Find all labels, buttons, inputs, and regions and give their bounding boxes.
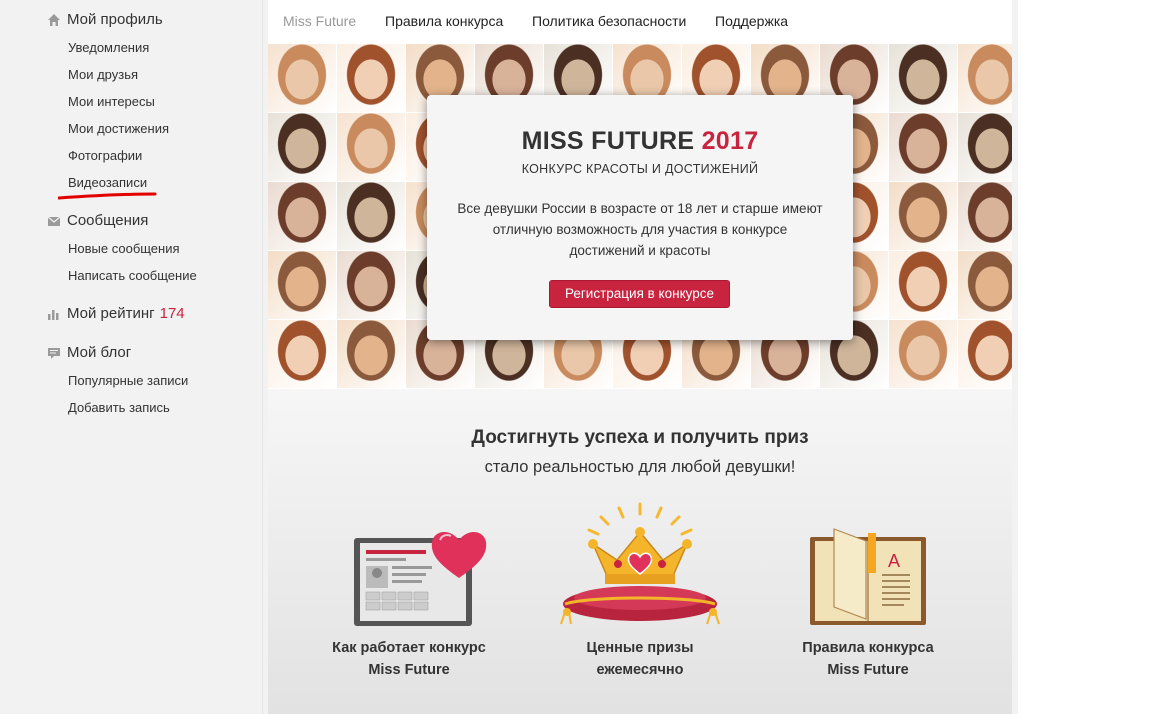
svg-text:A: A [888,551,900,571]
nav-link-support[interactable]: Поддержка [715,13,788,29]
photo-tile [958,251,1012,319]
nav-brand[interactable]: Miss Future [283,13,356,29]
photo-tile [889,113,957,181]
sidebar-item-notifications[interactable]: Уведомления [68,40,149,55]
sidebar-item-friends[interactable]: Мои друзья [68,67,138,82]
main-content: Miss Future Правила конкурса Политика бе… [268,0,1012,714]
rating-value: 174 [159,305,185,322]
hero-card: MISS FUTURE 2017 КОНКУРС КРАСОТЫ И ДОСТИ… [427,95,853,340]
feature-rules-line1: Правила конкурса [802,640,934,656]
bar-chart-icon [48,309,59,320]
hero-title: MISS FUTURE 2017 [427,127,853,156]
envelope-icon [47,216,61,226]
photo-tile [337,251,405,319]
sidebar-section-profile[interactable]: Мой профиль [47,11,163,28]
feature-rules[interactable]: Правила конкурса Miss Future [758,637,978,681]
sidebar-item-photos[interactable]: Фотографии [68,148,142,163]
sidebar: Мой профиль Уведомления Мои друзья Мои и… [0,0,263,714]
messages-title: Сообщения [67,212,149,229]
sidebar-item-add-post[interactable]: Добавить запись [68,400,170,415]
photo-tile [889,251,957,319]
photo-tile [958,44,1012,112]
right-gutter [1018,0,1157,714]
photo-tile [268,113,336,181]
hero-year: 2017 [701,127,759,155]
photo-tile [889,182,957,250]
comment-icon [48,347,60,359]
feature-how-line1: Как работает конкурс [332,640,486,656]
crown-prize-icon[interactable] [559,500,721,628]
photo-tile [337,44,405,112]
blog-title: Мой блог [67,344,132,361]
hero-title-text: MISS FUTURE [521,127,695,155]
hero-description: Все девушки России в возрасте от 18 лет … [457,201,823,258]
sidebar-item-new-messages[interactable]: Новые сообщения [68,241,180,256]
photo-tile [958,182,1012,250]
register-button[interactable]: Регистрация в конкурсе [549,280,730,308]
promo-heading: Достигнуть успеха и получить приз [471,427,809,448]
sidebar-item-videos[interactable]: Видеозаписи [68,175,147,190]
photo-tile [958,113,1012,181]
top-nav: Miss Future Правила конкурса Политика бе… [268,0,1012,44]
sidebar-section-blog[interactable]: Мой блог [47,344,131,361]
photo-tile [268,320,336,388]
feature-rules-line2: Miss Future [827,662,909,678]
feature-how-it-works[interactable]: Как работает конкурс Miss Future [299,637,519,681]
sidebar-item-achievements[interactable]: Мои достижения [68,121,169,136]
photo-tile [889,44,957,112]
photo-tile [268,44,336,112]
sidebar-item-interests[interactable]: Мои интересы [68,94,155,109]
red-underline-annotation [58,192,157,200]
feature-prizes-line2: ежемесячно [596,662,684,678]
feature-prizes[interactable]: Ценные призы ежемесячно [530,637,750,681]
photo-tile [337,113,405,181]
tablet-heart-icon[interactable] [352,526,492,631]
hero-banner: MISS FUTURE 2017 КОНКУРС КРАСОТЫ И ДОСТИ… [268,44,1012,389]
photo-tile [268,182,336,250]
sidebar-section-messages[interactable]: Сообщения [47,212,148,229]
home-icon [48,13,60,26]
nav-link-rules[interactable]: Правила конкурса [385,13,503,29]
photo-tile [337,320,405,388]
photo-tile [268,251,336,319]
photo-tile [958,320,1012,388]
photo-tile [337,182,405,250]
sidebar-item-popular-posts[interactable]: Популярные записи [68,373,188,388]
photo-tile [889,320,957,388]
feature-how-line2: Miss Future [368,662,450,678]
feature-prizes-line1: Ценные призы [586,640,694,656]
hero-subtitle: КОНКУРС КРАСОТЫ И ДОСТИЖЕНИЙ [521,162,759,176]
sidebar-item-write-message[interactable]: Написать сообщение [68,268,197,283]
profile-title: Мой профиль [67,11,163,28]
rules-book-icon[interactable]: A [808,525,928,630]
rating-title: Мой рейтинг [67,305,155,322]
promo-section: Достигнуть успеха и получить приз стало … [268,389,1012,714]
sidebar-section-rating[interactable]: Мой рейтинг 174 [47,305,185,322]
nav-link-privacy[interactable]: Политика безопасности [532,13,686,29]
promo-tagline: стало реальностью для любой девушки! [484,458,796,476]
